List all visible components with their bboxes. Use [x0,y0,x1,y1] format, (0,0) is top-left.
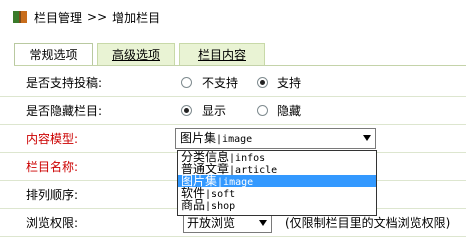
row-hide-column: 是否隐藏栏目: 显示 隐藏 [0,98,466,125]
radio-not-allow[interactable] [181,77,192,88]
radio-allow[interactable] [257,77,268,88]
tab-divider [14,65,466,66]
browse-permission-select[interactable]: 开放浏览 [183,213,272,233]
breadcrumb: 栏目管理 >> 增加栏目 [12,6,160,28]
row-content-model: 内容模型: 图片集|image [0,126,466,153]
content-model-label: 内容模型: [26,132,79,146]
option-article[interactable]: 普通文章|article [178,163,376,175]
chevron-down-icon [363,135,371,141]
content-model-value: 图片集|image [180,131,253,145]
radio-allow-label: 支持 [277,76,302,90]
option-shop[interactable]: 商品|shop [178,199,376,211]
breadcrumb-separator: >> [87,10,108,24]
browse-permission-label: 浏览权限: [26,216,79,230]
radio-show[interactable] [181,105,192,116]
browse-permission-value: 开放浏览 [187,216,236,230]
tab-general-label: 常规选项 [29,48,78,62]
option-infos[interactable]: 分类信息|infos [178,151,376,163]
chevron-down-icon [259,220,267,226]
book-icon [13,11,27,23]
tab-advanced[interactable]: 高级选项 [97,43,175,65]
radio-show-label: 显示 [202,104,227,118]
radio-hide-label: 隐藏 [277,104,302,118]
tab-content[interactable]: 栏目内容 [179,43,265,65]
tab-general[interactable]: 常规选项 [14,43,93,65]
row-allow-submit: 是否支持投稿: 不支持 支持 [0,70,466,97]
tab-bar: 常规选项 高级选项 栏目内容 [14,43,269,65]
breadcrumb-current: 增加栏目 [112,10,161,25]
hide-column-label: 是否隐藏栏目: [26,104,103,118]
sort-order-label: 排列顺序: [26,188,79,202]
breadcrumb-root[interactable]: 栏目管理 [34,9,82,26]
option-image[interactable]: 图片集|image [178,175,376,187]
content-model-select[interactable]: 图片集|image [175,128,376,149]
allow-submit-label: 是否支持投稿: [26,76,103,90]
radio-hide[interactable] [257,105,268,116]
content-model-dropdown: 分类信息|infos 普通文章|article 图片集|image 软件|sof… [177,150,377,216]
radio-not-allow-label: 不支持 [202,76,239,90]
column-name-label: 栏目名称: [26,160,79,174]
tab-advanced-label: 高级选项 [111,48,160,62]
tab-content-label: 栏目内容 [197,48,246,62]
option-soft[interactable]: 软件|soft [178,187,376,199]
